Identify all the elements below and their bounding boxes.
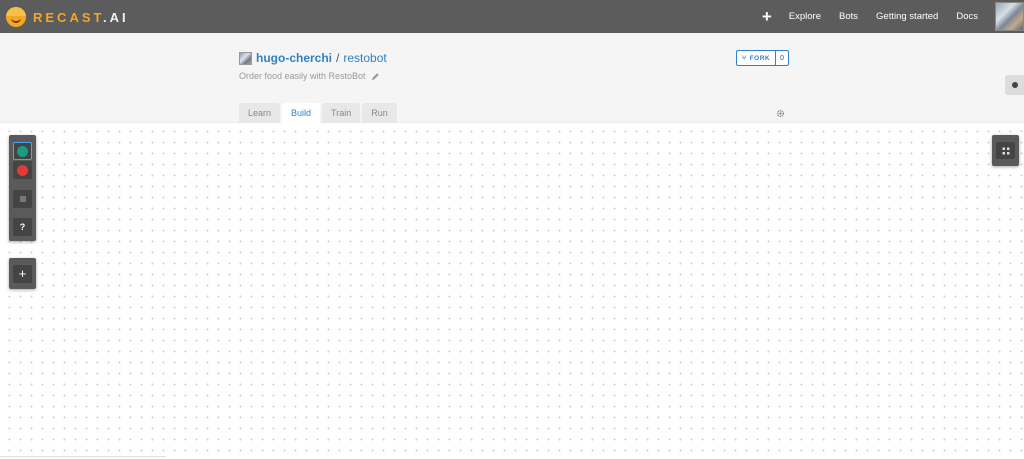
- tab-learn[interactable]: Learn: [239, 103, 281, 123]
- repo-owner-link[interactable]: hugo-cherchi: [256, 51, 332, 65]
- nav-getting-started-link[interactable]: Getting started: [876, 11, 938, 22]
- top-navbar: RECAST.AI + Explore Bots Getting started…: [0, 0, 1024, 33]
- square-icon: [19, 196, 26, 202]
- bot-description: Order food easily with RestoBot: [239, 71, 380, 81]
- help-tool[interactable]: ?: [13, 218, 32, 236]
- recast-logo-icon: [6, 7, 26, 27]
- breadcrumb: hugo-cherchi / restobot: [239, 51, 387, 65]
- red-node-tool[interactable]: [13, 161, 32, 179]
- tab-train[interactable]: Train: [322, 103, 361, 123]
- gray-node-tool[interactable]: [13, 190, 32, 208]
- green-circle-icon: [17, 145, 28, 157]
- dot-icon: [1011, 82, 1018, 88]
- side-panel-toggle[interactable]: [1005, 75, 1024, 95]
- add-node-button[interactable]: +: [13, 265, 32, 283]
- pencil-icon[interactable]: [371, 72, 380, 81]
- logo-suffix: .AI: [103, 9, 129, 25]
- user-avatar[interactable]: [995, 2, 1024, 31]
- fit-screen-icon: [1002, 147, 1009, 154]
- fork-button-label: FORK: [749, 54, 771, 62]
- nav-docs-link[interactable]: Docs: [956, 11, 978, 22]
- add-bot-button[interactable]: +: [762, 8, 772, 25]
- repo-name-link[interactable]: restobot: [343, 51, 386, 65]
- breadcrumb-separator: /: [336, 51, 340, 65]
- flow-canvas[interactable]: [0, 123, 1024, 459]
- main-nav: + Explore Bots Getting started Docs: [762, 0, 1024, 33]
- bot-header: hugo-cherchi / restobot Order food easil…: [0, 33, 1024, 123]
- gear-icon[interactable]: [776, 109, 785, 118]
- tab-build[interactable]: Build: [282, 103, 321, 123]
- divider: [0, 456, 166, 457]
- fork-button[interactable]: ⑂ FORK: [737, 51, 777, 65]
- bot-tabs: Learn Build Train Run: [239, 103, 397, 123]
- fit-view-button[interactable]: [996, 142, 1015, 159]
- logo-brand: RECAST: [33, 9, 104, 25]
- nav-explore-link[interactable]: Explore: [789, 11, 821, 22]
- owner-avatar: [239, 51, 252, 65]
- fork-icon: ⑂: [742, 54, 747, 62]
- red-circle-icon: [17, 164, 28, 176]
- logo-text: RECAST.AI: [33, 10, 129, 25]
- recast-logo[interactable]: RECAST.AI: [6, 6, 129, 28]
- nav-bots-link[interactable]: Bots: [839, 11, 858, 22]
- node-toolbox: ?: [9, 135, 36, 241]
- tab-run[interactable]: Run: [362, 103, 397, 123]
- canvas-controls: [992, 135, 1019, 166]
- green-node-tool[interactable]: [13, 142, 32, 160]
- help-icon: ?: [19, 222, 26, 232]
- fork-count: 0: [780, 54, 785, 62]
- fork-control: ⑂ FORK 0: [736, 50, 790, 66]
- add-node-panel: +: [9, 258, 36, 289]
- bot-description-text: Order food easily with RestoBot: [239, 71, 366, 81]
